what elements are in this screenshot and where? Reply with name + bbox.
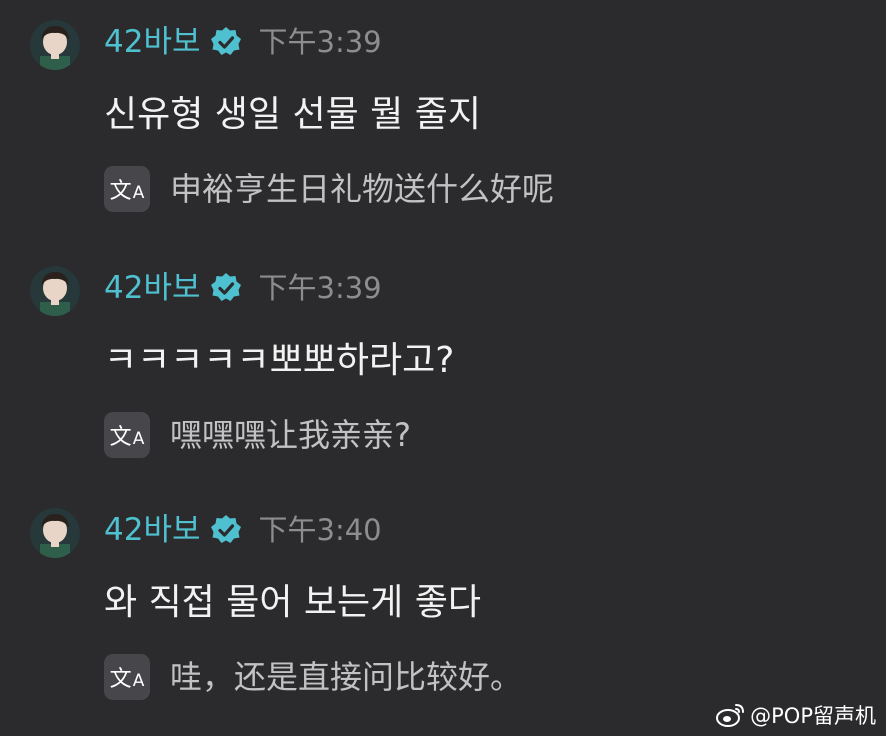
chat-message: 42바보 下午3:39 ㅋㅋㅋㅋㅋ뽀뽀하라고? 文A 嘿嘿嘿让我亲亲?: [0, 246, 886, 486]
translate-icon[interactable]: 文A: [104, 654, 150, 700]
message-text: 와 직접 물어 보는게 좋다: [104, 582, 481, 623]
translation-text: 哇，还是直接问比较好。: [170, 658, 523, 696]
weibo-icon: [716, 704, 745, 727]
timestamp: 下午3:40: [258, 513, 382, 547]
verified-badge-icon: [210, 273, 241, 301]
translation-text: 申裕亨生日礼物送什么好呢: [170, 170, 555, 208]
message-text: 신유형 생일 선물 뭘 줄지: [104, 94, 481, 135]
message-header: 42바보 下午3:39: [104, 268, 382, 308]
translation-row: 文A 嘿嘿嘿让我亲亲?: [104, 410, 411, 460]
chat-message: 42바보 下午3:39 신유형 생일 선물 뭘 줄지 文A 申裕亨生日礼物送什么…: [0, 0, 886, 240]
timestamp: 下午3:39: [258, 25, 382, 59]
username[interactable]: 42바보: [104, 22, 201, 62]
message-header: 42바보 下午3:40: [104, 510, 382, 550]
translate-icon[interactable]: 文A: [104, 412, 150, 458]
timestamp: 下午3:39: [258, 271, 382, 305]
watermark: @POP留声机: [716, 700, 876, 730]
avatar[interactable]: [30, 508, 80, 558]
verified-badge-icon: [210, 27, 241, 55]
username[interactable]: 42바보: [104, 268, 201, 308]
avatar[interactable]: [30, 20, 80, 70]
translation-row: 文A 申裕亨生日礼物送什么好呢: [104, 164, 554, 214]
translate-icon[interactable]: 文A: [104, 166, 150, 212]
translation-row: 文A 哇，还是直接问比较好。: [104, 652, 522, 702]
translation-text: 嘿嘿嘿让我亲亲?: [170, 416, 411, 454]
watermark-text: @POP留声机: [750, 704, 876, 728]
username[interactable]: 42바보: [104, 510, 201, 550]
message-header: 42바보 下午3:39: [104, 22, 382, 62]
verified-badge-icon: [210, 515, 241, 543]
avatar[interactable]: [30, 266, 80, 316]
message-text: ㅋㅋㅋㅋㅋ뽀뽀하라고?: [104, 340, 455, 381]
chat-message: 42바보 下午3:40 와 직접 물어 보는게 좋다 文A 哇，还是直接问比较好…: [0, 488, 886, 728]
